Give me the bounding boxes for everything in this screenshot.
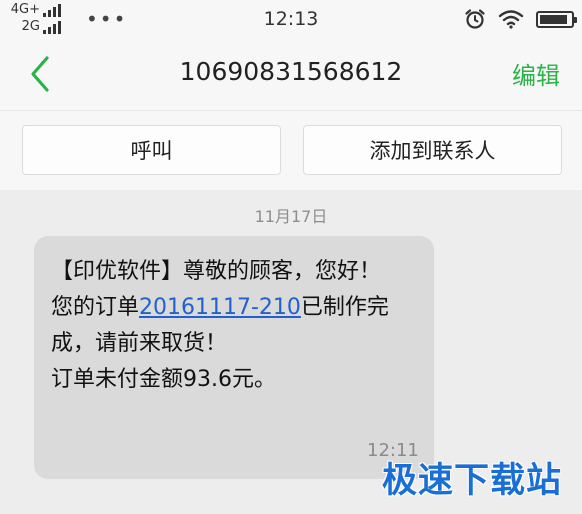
message-unpaid-amount: 订单未付金额93.6元。 [51, 367, 276, 392]
add-to-contacts-button[interactable]: 添加到联系人 [303, 125, 562, 175]
watermark: 极速下载站 [382, 452, 562, 502]
message-greeting: 【印优软件】尊敬的顾客，您好！ [51, 259, 382, 284]
message-bubble[interactable]: 【印优软件】尊敬的顾客，您好！ 您的订单20161117-210已制作完成，请前来… [34, 236, 434, 479]
status-bar: 4G+ 2G ••• 12:13 [0, 0, 582, 38]
battery-icon [536, 10, 577, 28]
battery-fill [540, 14, 567, 24]
edit-button[interactable]: 编辑 [512, 56, 560, 91]
conversation-header: 10690831568612 编辑 [0, 38, 582, 110]
watermark-text: 极速下载站 [381, 460, 562, 501]
date-separator: 11月17日 [254, 207, 328, 226]
status-icons [464, 8, 577, 30]
contact-number-title: 10690831568612 [179, 57, 403, 86]
wifi-icon [498, 10, 524, 29]
call-button[interactable]: 呼叫 [22, 125, 281, 175]
order-number-link[interactable]: 20161117-210 [139, 295, 301, 320]
message-order-prefix: 您的订单 [51, 295, 140, 320]
alarm-icon [465, 9, 485, 29]
message-text: 【印优软件】尊敬的顾客，您好！ 您的订单20161117-210已制作完成，请前来… [51, 254, 421, 398]
action-bar: 呼叫 添加到联系人 [0, 110, 582, 190]
